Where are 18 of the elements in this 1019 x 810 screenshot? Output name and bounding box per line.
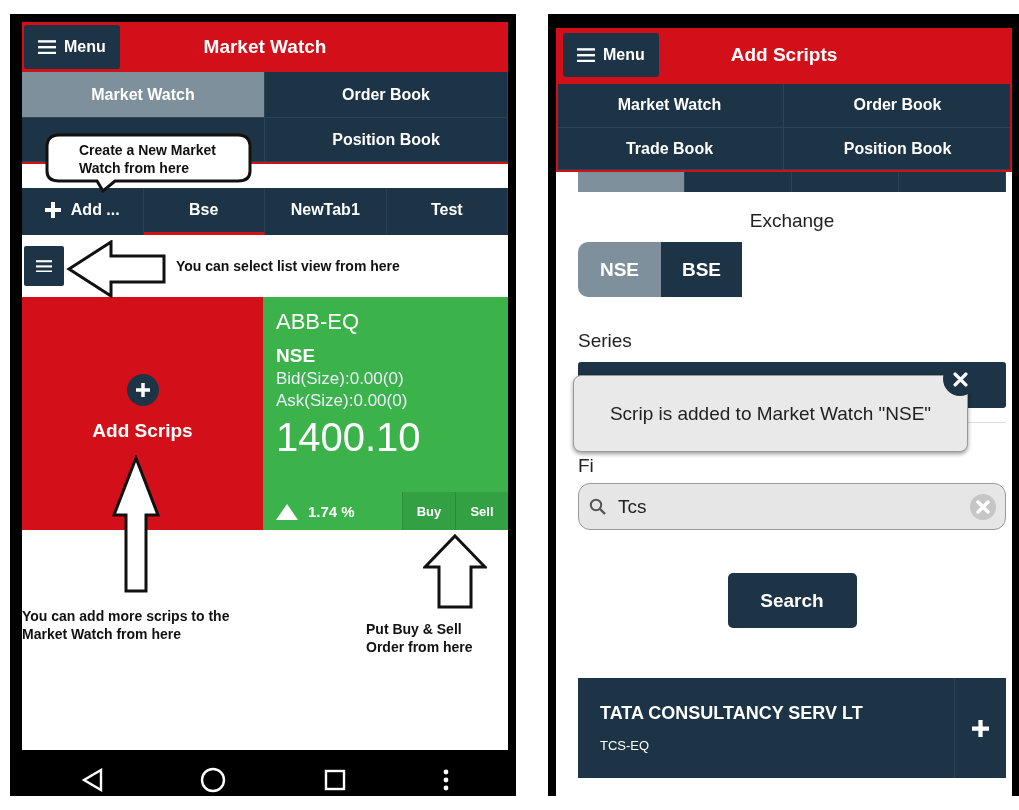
find-stock-label: Fi <box>578 455 595 477</box>
series-label: Series <box>578 330 633 352</box>
scrip-symbol: ABB-EQ <box>276 309 361 335</box>
exchange-label: Exchange <box>748 210 836 232</box>
ask-text: Ask(Size):0.00(0) <box>276 391 409 411</box>
annotation-note: You can select list view from here <box>176 257 401 275</box>
exchange-label: NSE <box>276 345 317 367</box>
bid-text: Bid(Size):0.00(0) <box>276 369 405 389</box>
change-percent: 1.74 % <box>308 503 355 520</box>
annotation-note: Put Buy & Sell Order from here <box>366 620 474 657</box>
screen-title: Market Watch <box>203 36 327 58</box>
company-name: TATA CONSULTANCY SERV LT <box>600 703 864 724</box>
annotation-note: You can add more scrips to the Market Watch from here <box>22 607 231 644</box>
price-text: 1400.10 <box>276 415 422 460</box>
add-scrips-label: Add Scrips <box>92 419 193 442</box>
screen-title: Add Scripts <box>730 44 838 66</box>
help-tooltip: Create a New Market Watch from here <box>45 133 252 193</box>
scrip-symbol: TCS-EQ <box>600 738 651 753</box>
